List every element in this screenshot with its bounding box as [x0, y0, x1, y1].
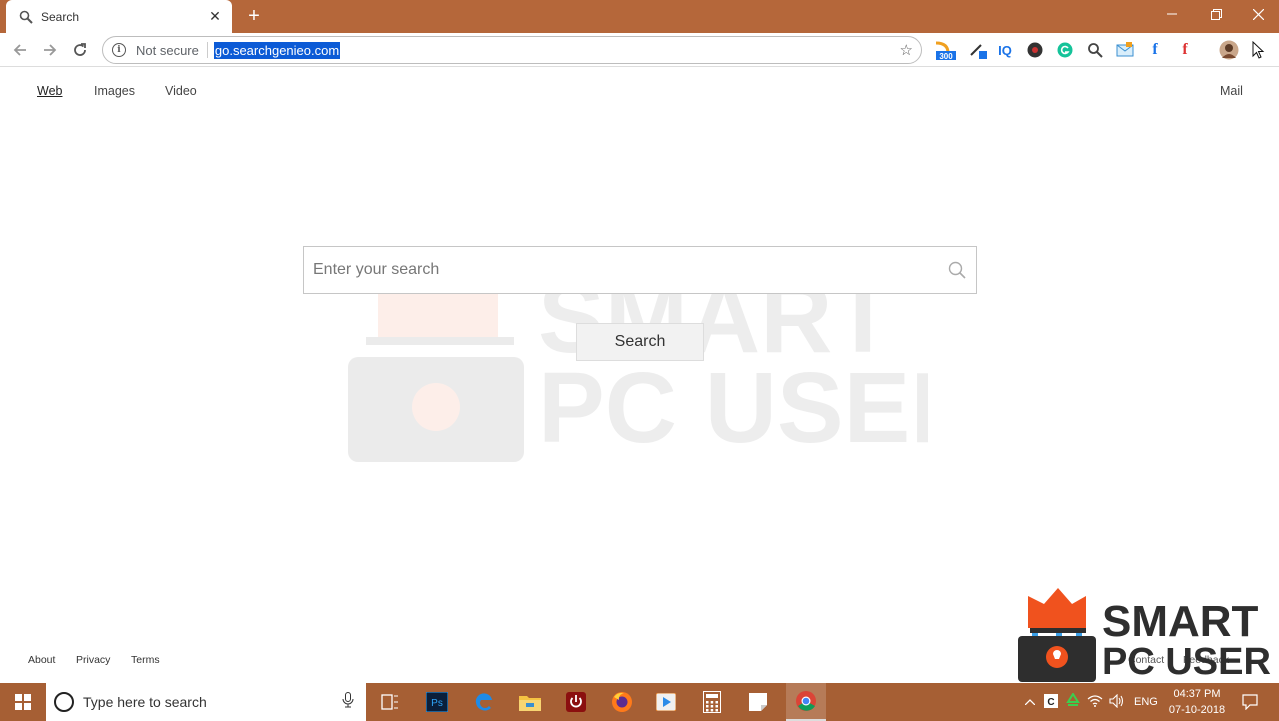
photoshop-icon[interactable]: Ps [420, 683, 454, 721]
system-clock[interactable]: 04:37 PM 07-10-2018 [1162, 686, 1232, 718]
grammarly-icon[interactable] [1055, 40, 1075, 60]
nav-images[interactable]: Images [94, 84, 135, 98]
svg-text:C: C [1047, 697, 1054, 708]
start-button[interactable] [0, 683, 46, 721]
clock-date: 07-10-2018 [1168, 704, 1226, 716]
task-view-icon[interactable] [370, 683, 410, 721]
microphone-icon[interactable] [342, 691, 354, 713]
calculator-icon[interactable] [694, 683, 730, 721]
close-window-button[interactable] [1236, 0, 1279, 28]
power-app-icon[interactable] [558, 683, 594, 721]
menu-cursor-icon[interactable] [1249, 40, 1269, 60]
cortana-icon [54, 692, 74, 712]
url-text[interactable]: go.searchgenieo.com [213, 41, 341, 59]
file-explorer-icon[interactable] [512, 683, 548, 721]
show-hidden-icons-icon[interactable] [1020, 696, 1040, 708]
footer-terms[interactable]: Terms [131, 654, 160, 666]
restore-button[interactable] [1194, 0, 1238, 28]
edge-icon[interactable] [466, 683, 502, 721]
back-button[interactable] [9, 39, 31, 61]
reload-button[interactable] [69, 39, 91, 61]
media-player-icon[interactable] [648, 683, 684, 721]
taskbar-search-text: Type here to search [83, 694, 207, 710]
facebook-red-extension-icon[interactable]: f [1175, 40, 1195, 60]
forward-button[interactable] [39, 39, 61, 61]
rss-extension-icon[interactable]: 300 [934, 40, 956, 61]
notifications-icon[interactable] [1236, 683, 1264, 721]
system-tray: C ENG [1020, 683, 1158, 721]
security-label: Not secure [136, 42, 199, 58]
minimize-button[interactable] [1150, 0, 1194, 28]
address-separator [206, 42, 208, 58]
search-button[interactable]: Search [576, 323, 704, 361]
smart-pc-user-logo: SMART PC USER [1016, 588, 1278, 684]
info-icon[interactable]: i [112, 43, 126, 57]
tab-close-icon[interactable]: ✕ [208, 8, 222, 25]
firefox-icon[interactable] [604, 683, 640, 721]
taskbar-search[interactable]: Type here to search [46, 683, 366, 721]
logo-line1: SMART [1102, 597, 1259, 646]
address-bar[interactable]: i Not secure go.searchgenieo.com ☆ [102, 36, 922, 64]
c-app-tray-icon[interactable]: C [1040, 693, 1062, 711]
language-indicator[interactable]: ENG [1134, 696, 1158, 708]
svg-text:Ps: Ps [431, 698, 443, 709]
sticky-notes-icon[interactable] [740, 683, 776, 721]
search-icon [18, 9, 34, 25]
watermark-line2: PC USER [538, 352, 928, 464]
new-tab-button[interactable]: + [244, 4, 264, 28]
recycle-tray-icon[interactable] [1062, 691, 1084, 712]
clock-time: 04:37 PM [1173, 688, 1221, 700]
mail-extension-icon[interactable] [1115, 40, 1135, 60]
tab-search[interactable]: Search ✕ [6, 0, 232, 33]
tab-title: Search [41, 9, 80, 24]
nav-video[interactable]: Video [165, 84, 197, 98]
search-box [303, 246, 977, 294]
footer-privacy[interactable]: Privacy [76, 654, 110, 666]
iq-extension-icon[interactable]: IQ [995, 40, 1015, 60]
avatar[interactable] [1219, 40, 1239, 60]
browser-toolbar: i Not secure go.searchgenieo.com ☆ 300 I… [0, 33, 1279, 67]
bookmark-star-icon[interactable]: ☆ [900, 41, 913, 59]
logo-line2: PC USER [1102, 641, 1271, 683]
wifi-icon[interactable] [1084, 694, 1106, 710]
chrome-taskbar-icon[interactable] [786, 683, 826, 721]
search-icon[interactable] [948, 261, 966, 284]
facebook-extension-icon[interactable]: f [1145, 40, 1165, 60]
search-input[interactable] [304, 247, 904, 293]
nav-mail[interactable]: Mail [1220, 84, 1243, 98]
browser-titlebar: Search ✕ + [0, 0, 1279, 33]
volume-icon[interactable] [1106, 693, 1128, 711]
pen-extension-icon[interactable] [968, 40, 988, 60]
windows-taskbar: Type here to search Ps C ENG 04:37 PM 07… [0, 683, 1279, 721]
magnifier-extension-icon[interactable] [1085, 40, 1105, 60]
k-extension-icon[interactable] [1025, 40, 1045, 60]
footer-about[interactable]: About [28, 654, 55, 666]
nav-web[interactable]: Web [37, 84, 62, 98]
extension-badge: 300 [939, 52, 953, 61]
